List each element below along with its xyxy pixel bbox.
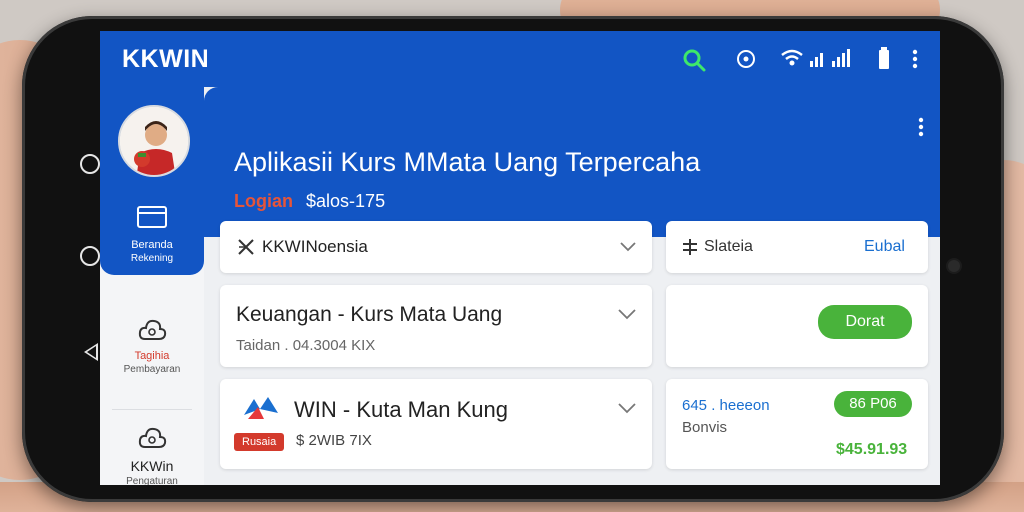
home-icon[interactable] xyxy=(80,246,100,266)
chevron-down-icon[interactable] xyxy=(618,401,636,419)
transaction-code: 645 . heeeon xyxy=(682,397,770,414)
rate-label: Slateia xyxy=(704,238,753,255)
x-icon xyxy=(236,237,256,262)
brand-logo: KKWIN xyxy=(122,45,210,73)
card-title: WIN - Kuta Man Kung xyxy=(294,397,508,422)
back-icon[interactable] xyxy=(84,343,98,361)
account-selector-label: KKWINoensia xyxy=(262,237,368,256)
card-subtitle: $ 2WIB 7IX xyxy=(296,432,372,449)
recent-apps-icon[interactable] xyxy=(80,154,100,174)
alarm-icon[interactable] xyxy=(736,49,756,74)
points-badge: 86 P06 xyxy=(834,391,912,417)
more-vert-icon[interactable] xyxy=(912,49,918,74)
header-banner: Aplikasii Kurs MMata Uang Terpercaha Log… xyxy=(204,87,940,237)
login-link[interactable]: Logian xyxy=(234,191,293,211)
exchange-icon xyxy=(682,238,698,261)
sidebar-item-sublabel: Pembayaran xyxy=(123,364,181,375)
currency-rate-card[interactable]: Keuangan - Kurs Mata Uang Taidan . 04.30… xyxy=(220,285,652,367)
card-subtitle: Taidan . 04.3004 KIX xyxy=(236,337,376,354)
app-bar: KKWIN xyxy=(100,31,940,87)
win-card[interactable]: WIN - Kuta Man Kung Rusaia $ 2WIB 7IX xyxy=(220,379,652,469)
sidebar-item-tagihia[interactable]: Tagihia Pembayaran xyxy=(100,317,204,397)
cloud-icon xyxy=(137,317,167,346)
sidebar-item-sublabel: Pengaturan xyxy=(126,476,178,485)
wallet-icon xyxy=(136,205,168,232)
action-card: Dorat xyxy=(666,285,928,367)
amount-value: $45.91.93 xyxy=(836,441,908,458)
wifi-icon xyxy=(780,49,804,72)
user-avatar[interactable] xyxy=(118,105,190,177)
chevron-down-icon[interactable] xyxy=(620,239,636,257)
balance-value: $alos-175 xyxy=(306,191,386,211)
sidebar-item-beranda[interactable]: Beranda Rekening xyxy=(100,87,204,275)
sidebar-divider xyxy=(112,409,192,410)
cloud-icon xyxy=(137,425,167,454)
sidebar: Beranda Rekening Tagihia Pembayaran KKWi… xyxy=(100,87,204,485)
transaction-card[interactable]: 645 . heeeon Bonvis 86 P06 $45.91.93 xyxy=(666,379,928,469)
win-logo-icon xyxy=(240,393,280,428)
sidebar-item-label: Tagihia xyxy=(134,350,170,362)
rate-card: Slateia Eubal xyxy=(666,221,928,273)
sidebar-item-sublabel: Rekening xyxy=(130,253,174,264)
change-link[interactable]: Eubal xyxy=(864,238,905,256)
battery-icon xyxy=(878,47,890,74)
card-title: Keuangan - Kurs Mata Uang xyxy=(236,303,503,326)
sidebar-item-kkwin[interactable]: KKWin Pengaturan xyxy=(100,425,204,485)
account-selector-card[interactable]: KKWINoensia xyxy=(220,221,652,273)
transaction-label: Bonvis xyxy=(682,419,728,436)
signal-icon xyxy=(810,49,860,72)
chevron-down-icon[interactable] xyxy=(618,307,636,325)
status-badge: Rusaia xyxy=(234,433,285,451)
account-summary: Logian $alos-175 xyxy=(234,191,385,212)
search-icon[interactable] xyxy=(682,48,706,77)
page-title: Aplikasii Kurs MMata Uang Terpercaha xyxy=(234,147,701,177)
app-screen: KKWIN Beranda Rekening Tagihia Pembayara… xyxy=(100,31,940,485)
sidebar-item-label: Beranda xyxy=(131,239,173,251)
more-vert-icon[interactable] xyxy=(918,117,924,142)
camera-icon xyxy=(948,260,960,272)
register-button[interactable]: Dorat xyxy=(818,305,912,339)
sidebar-item-label: KKWin xyxy=(130,458,174,474)
